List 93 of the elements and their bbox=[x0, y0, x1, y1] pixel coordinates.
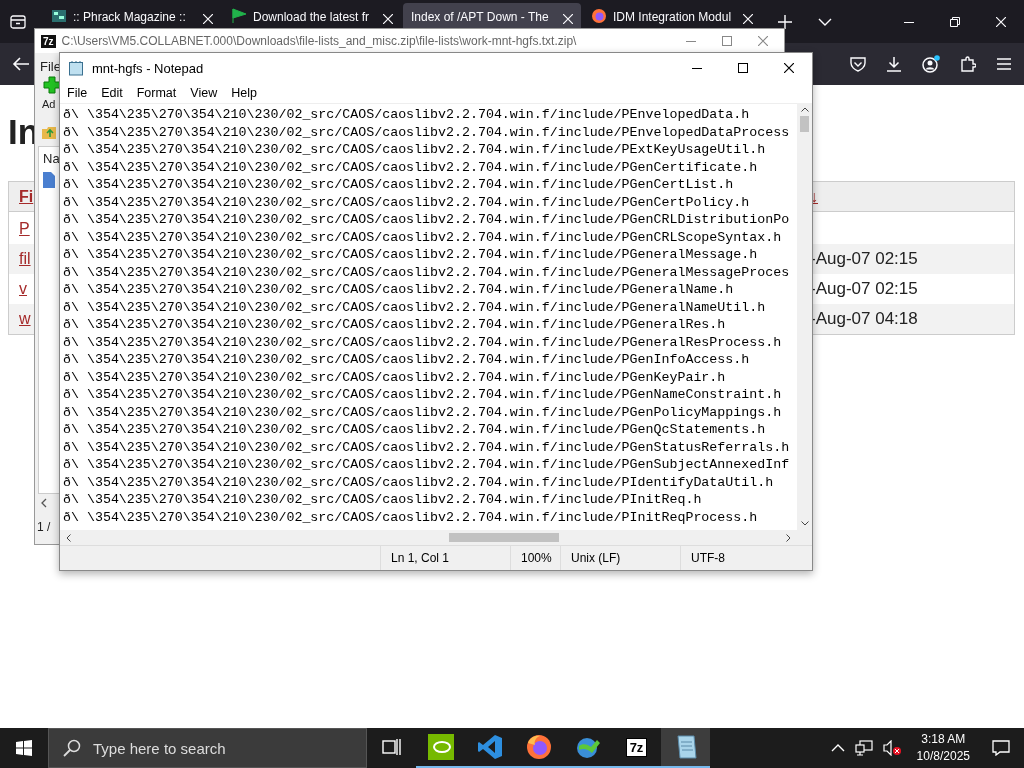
text-line: ð\ \354\235\270\354\210\230/02_src/CAOS/caoslibv2.2.704.win.f/include/PGeneralRes.h bbox=[63, 316, 726, 334]
close-icon[interactable] bbox=[784, 63, 794, 73]
text-line: ð\ \354\235\270\354\210\230/02_src/CAOS/caoslibv2.2.704.win.f/include/PEnvelopedData.h bbox=[63, 106, 750, 124]
file-link[interactable]: P bbox=[19, 220, 30, 238]
network-icon[interactable] bbox=[854, 740, 873, 756]
text-line: ð\ \354\235\270\354\210\230/02_src/CAOS/caoslibv2.2.704.win.f/include/PGenKeyPair.h bbox=[63, 368, 726, 386]
text-line: ð\ \354\235\270\354\210\230/02_src/CAOS/caoslibv2.2.704.win.f/include/PGenInfoAccess.h bbox=[63, 351, 750, 369]
text-line: ð\ \354\235\270\354\210\230/02_src/CAOS/caoslibv2.2.704.win.f/include/PInitReq.h bbox=[63, 491, 702, 509]
toolbar-label: Ad bbox=[42, 97, 56, 110]
text-line: ð\ \354\235\270\354\210\230/02_src/CAOS/caoslibv2.2.704.win.f/include/PGeneralMessageProces bbox=[63, 263, 790, 281]
browser-tab[interactable]: :: Phrack Magazine :: bbox=[43, 3, 221, 28]
search-field[interactable]: Type here to search bbox=[48, 728, 367, 768]
text-line: ð\ \354\235\270\354\210\230/02_src/CAOS/caoslibv2.2.704.win.f/include/PGenCRLDistributionPo bbox=[63, 211, 790, 229]
document-icon bbox=[43, 172, 55, 188]
text-line: ð\ \354\235\270\354\210\230/02_src/CAOS/caoslibv2.2.704.win.f/include/PGenCertificate.h bbox=[63, 158, 758, 176]
menu-icon[interactable] bbox=[996, 57, 1012, 71]
text-line: ð\ \354\235\270\354\210\230/02_src/CAOS/caoslibv2.2.704.win.f/include/PGenNameConstraint.h bbox=[63, 386, 782, 404]
chevron-down-icon[interactable] bbox=[818, 17, 832, 26]
file-link[interactable]: fil bbox=[19, 250, 31, 268]
account-icon[interactable] bbox=[922, 55, 940, 73]
code-editor-icon[interactable] bbox=[476, 734, 503, 760]
zoom-level: 100% bbox=[510, 546, 560, 570]
menu-item[interactable]: Format bbox=[136, 86, 177, 100]
date-text: -Aug-07 04:18 bbox=[810, 309, 919, 329]
text-line: ð\ \354\235\270\354\210\230/02_src/CAOS/caoslibv2.2.704.win.f/include/PGenStatusReferrals.h bbox=[63, 438, 790, 456]
app-logo: 7z bbox=[41, 34, 56, 48]
plus-icon[interactable] bbox=[43, 76, 61, 94]
menu-item[interactable]: Help bbox=[231, 86, 257, 100]
download-icon[interactable] bbox=[886, 56, 902, 72]
browser-tab[interactable]: Download the latest fr bbox=[223, 3, 401, 28]
browser-tab[interactable]: Index of /APT Down - The bbox=[403, 3, 581, 28]
text-line: ð\ \354\235\270\354\210\230/02_src/CAOS/caoslibv2.2.704.win.f/include/PGenPolicyMappings.h bbox=[63, 403, 782, 421]
text-line: ð\ \354\235\270\354\210\230/02_src/CAOS/caoslibv2.2.704.win.f/include/PGenSubjectAnnexedInf bbox=[63, 456, 790, 474]
scroll-left-icon[interactable] bbox=[41, 498, 47, 508]
text-line: ð\ \354\235\270\354\210\230/02_src/CAOS/caoslibv2.2.704.win.f/include/PGenQcStatements.h bbox=[63, 421, 766, 439]
scroll-down-icon[interactable] bbox=[800, 521, 809, 526]
notepad-icon bbox=[68, 60, 84, 76]
7zip-logo[interactable]: 7z bbox=[625, 737, 648, 757]
notification-icon[interactable] bbox=[992, 740, 1010, 756]
search-placeholder: Type here to search bbox=[93, 739, 226, 757]
file-link[interactable]: v bbox=[19, 280, 27, 298]
window-title: C:\Users\VM5.COLLABNET.000\Downloads\file-lists_and_misc.zip\file-lists\work-mnt-hgfs.txt.zip\ bbox=[61, 34, 577, 48]
restore-icon[interactable] bbox=[950, 16, 960, 27]
windows-logo-icon[interactable] bbox=[16, 740, 32, 756]
puzzle-icon[interactable] bbox=[960, 56, 976, 72]
clock-time: 3:18 AM bbox=[921, 731, 966, 748]
text-line: ð\ \354\235\270\354\210\230/02_src/CAOS/caoslibv2.2.704.win.f/include/PIdentifyDataUtil.h bbox=[63, 473, 774, 491]
clock-date: 10/8/2025 bbox=[916, 748, 970, 765]
firefox-icon[interactable] bbox=[525, 734, 552, 760]
maximize-icon[interactable] bbox=[738, 63, 748, 73]
speaker-muted-icon[interactable] bbox=[882, 740, 901, 756]
column-header-link[interactable]: Fi bbox=[19, 187, 34, 206]
shield-icon[interactable] bbox=[850, 56, 866, 72]
new-tab-icon[interactable] bbox=[778, 14, 792, 29]
menu-item[interactable]: File bbox=[67, 86, 88, 100]
scroll-up-icon[interactable] bbox=[800, 107, 809, 112]
folder-up-icon[interactable] bbox=[41, 124, 57, 140]
scrollbar-thumb[interactable] bbox=[449, 533, 559, 542]
text-line: ð\ \354\235\270\354\210\230/02_src/CAOS/caoslibv2.2.704.win.f/include/PGeneralResProcess.h bbox=[63, 333, 782, 351]
file-link[interactable]: w bbox=[19, 310, 31, 328]
text-line: ð\ \354\235\270\354\210\230/02_src/CAOS/caoslibv2.2.704.win.f/include/PGenCRLScopeSyntax.h bbox=[63, 228, 782, 246]
scrollbar-thumb[interactable] bbox=[800, 116, 809, 132]
browser-tab[interactable]: IDM Integration Modul bbox=[583, 3, 761, 28]
menu-item[interactable]: Edit bbox=[101, 86, 123, 100]
nvidia-icon[interactable] bbox=[427, 734, 454, 760]
date-text: -Aug-07 02:15 bbox=[810, 279, 919, 299]
text-line: ð\ \354\235\270\354\210\230/02_src/CAOS/caoslibv2.2.704.win.f/include/PGeneralNameUtil.h bbox=[63, 298, 766, 316]
date-text: -Aug-07 02:15 bbox=[810, 249, 919, 269]
text-line: ð\ \354\235\270\354\210\230/02_src/CAOS/caoslibv2.2.704.win.f/include/PGeneralMessage.h bbox=[63, 246, 758, 264]
status-text: 1 / bbox=[37, 520, 51, 534]
text-line: ð\ \354\235\270\354\210\230/02_src/CAOS/caoslibv2.2.704.win.f/include/PExtKeyUsageUtil.h bbox=[63, 141, 766, 159]
text-line: ð\ \354\235\270\354\210\230/02_src/CAOS/caoslibv2.2.704.win.f/include/PInitReqProcess.h bbox=[63, 508, 758, 526]
text-line: ð\ \354\235\270\354\210\230/02_src/CAOS/caoslibv2.2.704.win.f/include/PGeneralName.h bbox=[63, 281, 734, 299]
firefox-icon bbox=[591, 8, 607, 24]
search-icon bbox=[63, 739, 81, 757]
pixel-logo-icon bbox=[51, 8, 67, 24]
flag-icon bbox=[231, 8, 247, 24]
column-header[interactable]: Na bbox=[43, 151, 60, 166]
window-title: mnt-hgfs - Notepad bbox=[92, 60, 204, 76]
back-arrow-icon[interactable] bbox=[12, 56, 30, 72]
scroll-right-icon[interactable] bbox=[786, 533, 791, 542]
cursor-position: Ln 1, Col 1 bbox=[380, 546, 510, 570]
line-ending: Unix (LF) bbox=[560, 546, 680, 570]
tab-list-icon[interactable] bbox=[10, 14, 26, 29]
task-view-icon[interactable] bbox=[381, 738, 402, 756]
encoding: UTF-8 bbox=[680, 546, 805, 570]
text-line: ð\ \354\235\270\354\210\230/02_src/CAOS/caoslibv2.2.704.win.f/include/PEnvelopedDataProcess bbox=[63, 123, 790, 141]
scroll-left-icon[interactable] bbox=[66, 533, 71, 542]
text-line: ð\ \354\235\270\354\210\230/02_src/CAOS/caoslibv2.2.704.win.f/include/PGenCertPolicy.h bbox=[63, 193, 750, 211]
taskbar-app[interactable] bbox=[661, 728, 710, 768]
chevron-up-icon[interactable] bbox=[830, 744, 845, 752]
menu-item[interactable]: View bbox=[190, 86, 218, 100]
text-line: ð\ \354\235\270\354\210\230/02_src/CAOS/caoslibv2.2.704.win.f/include/PGenCertList.h bbox=[63, 176, 734, 194]
